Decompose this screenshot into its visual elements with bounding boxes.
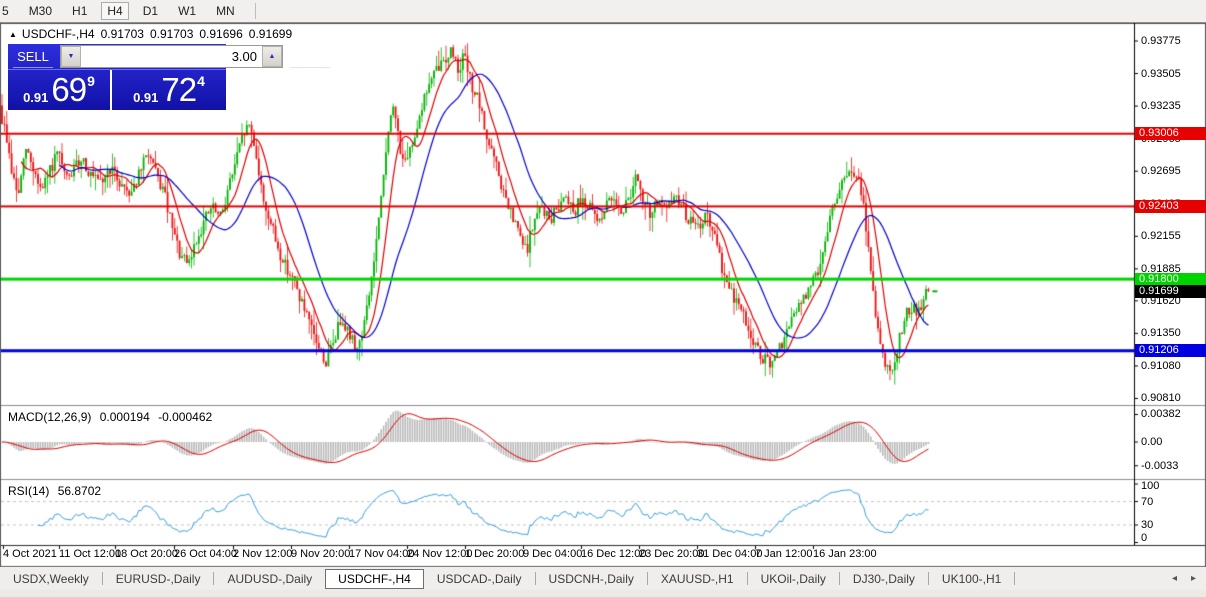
price-axis-tick: 0.91350 (1141, 327, 1181, 339)
macd-main: 0.000194 (100, 410, 150, 424)
rsi-axis-tick: 70 (1141, 496, 1153, 508)
timeframe-toolbar: 5 M30 H1 H4 D1 W1 MN (0, 0, 1206, 23)
tab-ukoil-daily[interactable]: UKOil-,Daily (748, 569, 839, 589)
tab-usdx-weekly[interactable]: USDX,Weekly (0, 569, 102, 589)
timeframe-w1-button[interactable]: W1 (172, 2, 202, 20)
ask-price-pip: 4 (197, 73, 205, 111)
toolbar-separator (255, 3, 256, 19)
macd-signal: -0.000462 (158, 410, 212, 424)
tab-usdcad-daily[interactable]: USDCAD-,Daily (424, 569, 535, 589)
time-axis-label: 16 Jan 23:00 (813, 548, 877, 560)
volume-increase-icon[interactable]: ▲ (262, 46, 282, 67)
rsi-value: 56.8702 (58, 484, 101, 498)
time-axis-label: 18 Oct 20:00 (115, 548, 178, 560)
rsi-label: RSI(14) 56.8702 (8, 484, 106, 498)
tab-uk100-h1[interactable]: UK100-,H1 (929, 569, 1014, 589)
ohlc-low: 0.91696 (199, 27, 242, 41)
tabs-scroll-right-icon[interactable]: ▸ (1191, 573, 1196, 584)
rsi-name: RSI(14) (8, 484, 49, 498)
price-axis-tick: 0.92155 (1141, 230, 1181, 242)
tab-xauusd-h1[interactable]: XAUUSD-,H1 (648, 569, 747, 589)
one-click-trading-panel: SELL ▼ ▲ BUY 0.91 69 9 0.91 72 4 (8, 44, 226, 110)
price-level-badge: 0.93006 (1135, 127, 1206, 140)
symbol-period-label: USDCHF-,H4 (22, 27, 95, 41)
timeframe-h1-button[interactable]: H1 (66, 2, 93, 20)
ask-price[interactable]: 0.91 72 4 (112, 70, 226, 111)
rsi-axis-tick: 100 (1141, 480, 1159, 492)
time-axis-label: 26 Oct 04:00 (174, 548, 237, 560)
macd-axis-tick: 0.00 (1141, 436, 1162, 448)
bid-price[interactable]: 0.91 69 9 (8, 70, 112, 111)
time-axis-label: 9 Nov 20:00 (291, 548, 350, 560)
tab-usdchf-h4[interactable]: USDCHF-,H4 (325, 569, 424, 589)
time-axis-label: 16 Dec 12:00 (581, 548, 646, 560)
bid-price-main: 69 (51, 70, 86, 111)
macd-name: MACD(12,26,9) (8, 410, 91, 424)
volume-input[interactable] (81, 46, 262, 67)
tab-scroll-controls: ◂ ▸ (1172, 573, 1196, 584)
price-axis-tick: 0.93505 (1141, 68, 1181, 80)
tab-dj30-daily[interactable]: DJ30-,Daily (840, 569, 928, 589)
volume-stepper: ▼ ▲ (60, 45, 283, 68)
time-axis-label: 4 Oct 2021 (3, 548, 57, 560)
price-axis-tick: 0.90810 (1141, 392, 1181, 404)
tab-eurusd-daily[interactable]: EURUSD-,Daily (103, 569, 214, 589)
price-level-badge: 0.92403 (1135, 200, 1206, 213)
ohlc-close: 0.91699 (249, 27, 292, 41)
time-axis-label: 2 Nov 12:00 (233, 548, 292, 560)
timeframe-d1-button[interactable]: D1 (137, 2, 164, 20)
price-axis-tick: 0.91080 (1141, 360, 1181, 372)
ohlc-high: 0.91703 (150, 27, 193, 41)
chart-tabbar: USDX,Weekly EURUSD-,Daily AUDUSD-,Daily … (0, 567, 1206, 591)
macd-axis-tick: 0.00382 (1141, 408, 1181, 420)
status-strip (0, 590, 1206, 597)
bid-price-prefix: 0.91 (23, 90, 48, 105)
chart-title: ▲ USDCHF-,H4 0.91703 0.91703 0.91696 0.9… (9, 27, 298, 41)
time-axis-label: 9 Dec 04:00 (523, 548, 582, 560)
tab-audusd-daily[interactable]: AUDUSD-,Daily (214, 569, 325, 589)
time-axis-label: 31 Dec 04:00 (697, 548, 762, 560)
bid-price-pip: 9 (87, 73, 95, 111)
ask-price-prefix: 0.91 (133, 90, 158, 105)
sell-button[interactable]: SELL (8, 44, 58, 69)
timeframe-mn-button[interactable]: MN (210, 2, 241, 20)
price-level-badge: 0.91206 (1135, 344, 1206, 357)
terminal-window: 5 M30 H1 H4 D1 W1 MN ▲ USDCHF-,H4 0.9170… (0, 0, 1206, 597)
time-axis-label: 23 Dec 20:00 (639, 548, 704, 560)
time-axis-label: 24 Nov 12:00 (407, 548, 472, 560)
price-axis-tick: 0.92695 (1141, 165, 1181, 177)
ask-price-main: 72 (161, 70, 196, 111)
time-axis-label: 1 Dec 20:00 (465, 548, 524, 560)
timeframe-h4-button[interactable]: H4 (101, 2, 128, 20)
time-axis-label: 17 Nov 04:00 (349, 548, 414, 560)
tab-separator (1014, 572, 1015, 585)
macd-axis-tick: -0.0033 (1141, 460, 1178, 472)
timeframe-m30-button[interactable]: M30 (23, 2, 58, 20)
tabs-scroll-left-icon[interactable]: ◂ (1172, 573, 1177, 584)
rsi-axis-tick: 0 (1141, 532, 1147, 544)
price-level-badge: 0.91800 (1135, 273, 1206, 286)
buy-button[interactable]: BUY (285, 44, 335, 69)
timeframe-m5-button[interactable]: 5 (0, 2, 15, 20)
time-axis-label: 7 Jan 12:00 (755, 548, 813, 560)
rsi-axis-tick: 30 (1141, 519, 1153, 531)
tab-usdcnh-daily[interactable]: USDCNH-,Daily (536, 569, 647, 589)
volume-decrease-icon[interactable]: ▼ (61, 46, 81, 67)
symbol-marker-icon: ▲ (9, 30, 17, 39)
macd-label: MACD(12,26,9) 0.000194 -0.000462 (8, 410, 217, 424)
ohlc-open: 0.91703 (101, 27, 144, 41)
price-axis-tick: 0.93775 (1141, 35, 1181, 47)
current-price-badge: 0.91699 (1135, 285, 1206, 298)
price-axis-tick: 0.93235 (1141, 100, 1181, 112)
time-axis-label: 11 Oct 12:00 (59, 548, 121, 560)
